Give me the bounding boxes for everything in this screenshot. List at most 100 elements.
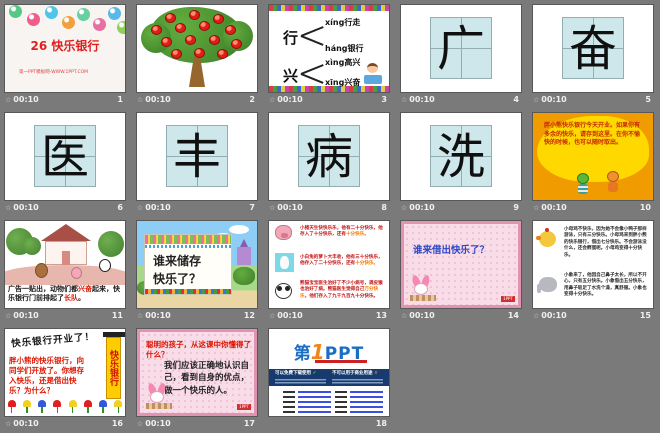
pig-face [275, 225, 292, 240]
flower-garland [145, 235, 231, 244]
highlight-text: 十分快乐。 [346, 232, 369, 237]
slide-sorter-view: 26 快乐银行 第一PPT模板网-WWW.1PPT.COM ☆00:10 1 [0, 0, 660, 433]
slide-meta-6: ☆00:10 6 [5, 201, 125, 214]
bracket-line [301, 35, 324, 45]
slide-thumbnail-14[interactable]: 谁来借出快乐了？ 1PPT [401, 221, 521, 308]
slide-thumbnail-13[interactable]: 小猪天生快快乐乐，他有二十分快乐，他存入了十分快乐，还有十分快乐。 小白兔的萝卜… [269, 221, 389, 308]
apple-icon [171, 49, 182, 59]
practice-character: 广 [431, 18, 491, 80]
slide-time: 00:10 [13, 203, 38, 212]
slide-thumbnail-12[interactable]: 谁来储存 快乐了？ [137, 221, 257, 308]
slide-cell-1: 26 快乐银行 第一PPT模板网-WWW.1PPT.COM ☆00:10 1 [0, 0, 132, 108]
question-line-2: 快乐了？ [153, 270, 233, 288]
transition-star-icon: ☆ [401, 96, 407, 104]
slide-thumbnail-9[interactable]: 洗 [401, 113, 521, 200]
slide-meta-2: ☆00:10 2 [137, 93, 257, 106]
slide-cell-7: 丰 ☆00:10 7 [132, 108, 264, 216]
tulip-icon [7, 400, 16, 414]
practice-character: 病 [299, 126, 359, 188]
tulip-icon [38, 400, 47, 414]
slide-time: 00:10 [145, 203, 170, 212]
logo-underline-bar [315, 360, 367, 363]
slide-cell-11: 广告一贴出，动物们都兴奋起来，快乐银行门前排起了长队。 ☆00:10 11 [0, 216, 132, 324]
caption-highlight: 长队 [64, 294, 78, 302]
slide-meta-7: ☆00:10 7 [137, 201, 257, 214]
slide-cell-9: 洗 ☆00:10 9 [396, 108, 528, 216]
slide-cell-3: 行 xíng行走 háng银行 兴 xìng高兴 xīng兴奋 ☆00:10 3 [264, 0, 396, 108]
student-desk-clipart [364, 75, 382, 84]
transition-star-icon: ☆ [5, 420, 11, 428]
slide-thumbnail-7[interactable]: 丰 [137, 113, 257, 200]
slide-thumbnail-11[interactable]: 广告一贴出，动物们都兴奋起来，快乐银行门前排起了长队。 [5, 221, 125, 308]
slide-thumbnail-10[interactable]: 胖小熊快乐银行今天开业。如果你有多余的快乐，请存到这里。在你不愉快的时候，也可以… [533, 113, 653, 200]
slide-number: 5 [645, 95, 653, 104]
transition-star-icon: ☆ [269, 96, 275, 104]
slide-thumbnail-18[interactable]: 第1PPT 可以免费下载使用 ✔ 不可以用于商业用途 ✘ [269, 329, 389, 416]
slide-number: 7 [249, 203, 257, 212]
tree-clipart [98, 231, 124, 257]
slide-time: 00:10 [277, 311, 302, 320]
balloon-decoration [93, 18, 106, 31]
paragraph-text: 小猪天生快快乐乐，他有二十分快乐，他存入了十分快乐，还有 [300, 226, 383, 237]
slide-time: 00:10 [409, 311, 434, 320]
story-caption: 广告一贴出，动物们都兴奋起来，快乐银行门前排起了长队。 [8, 285, 122, 303]
bush-clipart [233, 267, 255, 285]
tulip-icon [99, 400, 108, 414]
practice-character: 奋 [563, 18, 623, 80]
slide-cell-5: 奋 ☆00:10 5 [528, 0, 660, 108]
highlight-text: 十分快乐。 [355, 261, 378, 266]
slide-thumbnail-1[interactable]: 26 快乐银行 第一PPT模板网-WWW.1PPT.COM [5, 5, 125, 92]
slide-thumbnail-6[interactable]: 医 [5, 113, 125, 200]
tulip-icon [22, 400, 31, 414]
slide-time: 00:10 [541, 311, 566, 320]
apple-icon [217, 49, 228, 59]
logo-char-di: 第 [294, 344, 311, 364]
color-border [145, 289, 231, 294]
bank-sign-banner: 快乐银行 [106, 337, 121, 399]
apple-icon [225, 25, 236, 35]
rabbit-image [275, 253, 294, 272]
slide-number: 18 [376, 419, 389, 428]
slide-number: 15 [640, 311, 653, 320]
hen-image [539, 231, 558, 250]
tulip-icon [114, 400, 123, 414]
link-labels [283, 391, 295, 413]
slide-thumbnail-15[interactable]: 小母鸡不快乐，因为她不会像小鸭子那样游泳，只有三分快乐。小母鸡来到胖小熊的快乐银… [533, 221, 653, 308]
slide-cell-8: 病 ☆00:10 8 [264, 108, 396, 216]
slide-cell-16: 快乐银行开业了！ 胖小熊的快乐银行，向同学们开放了。你想存入快乐，还是借出快乐？… [0, 324, 132, 432]
character-grid: 奋 [562, 17, 624, 79]
fence-decoration [410, 295, 436, 301]
check-icon: ✔ [313, 371, 317, 376]
slide-thumbnail-17[interactable]: 聪明的孩子，从这课中你懂得了什么？ 我们应该正确地认识自己，看到自身的优点，做一… [137, 329, 257, 416]
dog-clipart [607, 171, 619, 192]
transition-star-icon: ☆ [269, 204, 275, 212]
apple-icon [151, 25, 162, 35]
garland-border-top [269, 5, 389, 11]
link-lines [350, 391, 383, 413]
pig-image [275, 225, 294, 244]
polyphone-char-xing2: 兴 [283, 65, 298, 86]
slide-time: 00:10 [145, 419, 170, 428]
slide-thumbnail-4[interactable]: 广 [401, 5, 521, 92]
slide-thumbnail-5[interactable]: 奋 [533, 5, 653, 92]
transition-star-icon: ☆ [533, 96, 539, 104]
transition-star-icon: ☆ [137, 312, 143, 320]
reflection-question: 聪明的孩子，从这课中你懂得了什么？ [146, 340, 254, 360]
practice-character: 医 [35, 126, 95, 188]
bracket-line [301, 26, 324, 36]
slide-meta-13: ☆00:10 13 [269, 309, 389, 322]
paragraph-text: ，他们存入了九千九百九十分快乐。 [305, 294, 379, 299]
slide-cell-18: 第1PPT 可以免费下载使用 ✔ 不可以用于商业用途 ✘ [264, 324, 396, 432]
slide-time: 00:10 [409, 95, 434, 104]
balloon-decoration [27, 13, 40, 26]
slide-number: 12 [244, 311, 257, 320]
slide-thumbnail-2[interactable] [137, 5, 257, 92]
slide-thumbnail-8[interactable]: 病 [269, 113, 389, 200]
watermark-badge: 1PPT [237, 404, 251, 410]
slide-thumbnail-3[interactable]: 行 xíng行走 háng银行 兴 xìng高兴 xīng兴奋 [269, 5, 389, 92]
lesson-title: 26 快乐银行 [5, 37, 125, 54]
transition-star-icon: ☆ [137, 420, 143, 428]
elephant-paragraph: 小象来了，他因自己鼻子太长，所以不开心，只有五分快乐。小象借出五分快乐，用鼻子吸… [564, 273, 649, 299]
slide-thumbnail-16[interactable]: 快乐银行开业了！ 胖小熊的快乐银行，向同学们开放了。你想存入快乐，还是借出快乐？… [5, 329, 125, 416]
house-roof [41, 224, 91, 241]
